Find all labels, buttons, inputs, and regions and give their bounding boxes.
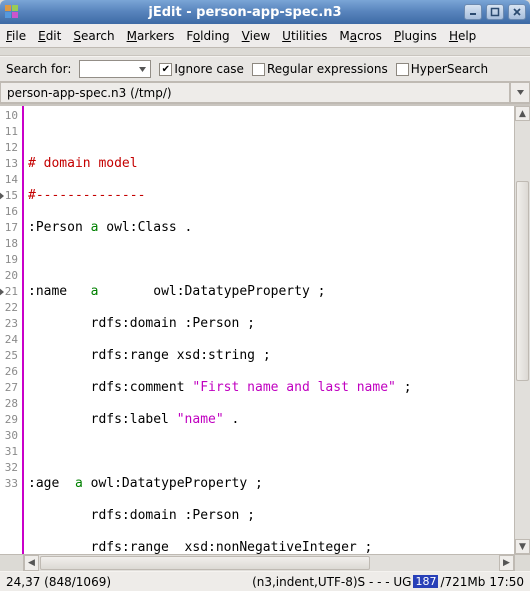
scroll-track[interactable] <box>515 121 530 539</box>
fold-marker-icon[interactable] <box>0 191 4 201</box>
buffer-tab-label: person-app-spec.n3 (/tmp/) <box>7 86 172 100</box>
scroll-right-icon[interactable]: ▶ <box>499 555 514 571</box>
line-number: 17 <box>0 220 20 236</box>
status-memory-total: /721Mb <box>438 575 487 589</box>
buffer-tab[interactable]: person-app-spec.n3 (/tmp/) <box>0 82 510 103</box>
status-caret[interactable]: 24,37 (848/1069) <box>4 575 113 589</box>
line-number: 27 <box>0 380 20 396</box>
text-area[interactable]: # domain model #-------------- :Person a… <box>24 106 514 554</box>
search-input[interactable] <box>79 60 151 78</box>
status-memory[interactable]: 187 <box>413 575 438 588</box>
gutter-corner <box>0 555 24 571</box>
gutter[interactable]: 10 11 12 13 14 15 16 17 18 19 20 21 22 2… <box>0 106 24 554</box>
line-number: 31 <box>0 444 20 460</box>
code-line <box>28 124 510 140</box>
line-number: 10 <box>0 108 20 124</box>
line-number: 14 <box>0 172 20 188</box>
line-number: 19 <box>0 252 20 268</box>
code-line: rdfs:range xsd:nonNegativeInteger ; <box>28 540 510 554</box>
regex-checkbox[interactable]: Regular expressions <box>252 62 388 76</box>
code-line: rdfs:range xsd:string ; <box>28 348 510 364</box>
menu-file[interactable]: File <box>6 29 26 43</box>
menu-markers[interactable]: Markers <box>127 29 175 43</box>
line-number: 18 <box>0 236 20 252</box>
search-history-dropdown[interactable] <box>136 62 149 76</box>
code-line: rdfs:domain :Person ; <box>28 316 510 332</box>
line-number: 33 <box>0 476 20 492</box>
line-number: 32 <box>0 460 20 476</box>
line-number: 28 <box>0 396 20 412</box>
code-line <box>28 252 510 268</box>
editor: 10 11 12 13 14 15 16 17 18 19 20 21 22 2… <box>0 104 530 555</box>
status-mode[interactable]: (n3,indent,UTF-8)S - - - UG <box>250 575 413 589</box>
line-number: 26 <box>0 364 20 380</box>
code-line: #-------------- <box>28 188 510 204</box>
scroll-thumb[interactable] <box>40 556 370 570</box>
menu-view[interactable]: View <box>242 29 270 43</box>
line-number: 20 <box>0 268 20 284</box>
line-number: 30 <box>0 428 20 444</box>
ignore-case-checkbox[interactable]: ✔Ignore case <box>159 62 244 76</box>
code-line: rdfs:label "name" . <box>28 412 510 428</box>
line-number: 24 <box>0 332 20 348</box>
close-button[interactable] <box>508 4 526 20</box>
code-line: # domain model <box>28 156 510 172</box>
line-number: 22 <box>0 300 20 316</box>
buffer-tabs: person-app-spec.n3 (/tmp/) <box>0 82 530 104</box>
menu-help[interactable]: Help <box>449 29 476 43</box>
menu-macros[interactable]: Macros <box>339 29 382 43</box>
scroll-thumb[interactable] <box>516 181 529 381</box>
menubar: File Edit Search Markers Folding View Ut… <box>0 24 530 48</box>
menu-folding[interactable]: Folding <box>186 29 229 43</box>
vertical-scrollbar[interactable]: ▲ ▼ <box>514 106 530 554</box>
line-number: 16 <box>0 204 20 220</box>
code-line: :name a owl:DatatypeProperty ; <box>28 284 510 300</box>
menu-edit[interactable]: Edit <box>38 29 61 43</box>
scroll-down-icon[interactable]: ▼ <box>515 539 530 554</box>
scroll-up-icon[interactable]: ▲ <box>515 106 530 121</box>
window-title: jEdit - person-app-spec.n3 <box>26 5 464 20</box>
code-line: rdfs:comment "First name and last name" … <box>28 380 510 396</box>
line-number: 11 <box>0 124 20 140</box>
hscroll-row: ◀ ▶ <box>0 555 530 571</box>
buffer-switcher[interactable] <box>510 82 530 103</box>
code-line: :age a owl:DatatypeProperty ; <box>28 476 510 492</box>
code-line <box>28 444 510 460</box>
code-line: rdfs:domain :Person ; <box>28 508 510 524</box>
line-number: 29 <box>0 412 20 428</box>
line-number: 13 <box>0 156 20 172</box>
maximize-button[interactable] <box>486 4 504 20</box>
menu-search[interactable]: Search <box>73 29 114 43</box>
scroll-corner <box>514 555 530 571</box>
toolbar-spacer <box>0 48 530 56</box>
scroll-track[interactable] <box>371 555 499 571</box>
line-number: 15 <box>0 188 20 204</box>
search-label: Search for: <box>6 62 71 76</box>
status-clock: 17:50 <box>487 575 526 589</box>
titlebar: jEdit - person-app-spec.n3 <box>0 0 530 24</box>
fold-marker-icon[interactable] <box>0 287 4 297</box>
line-number: 25 <box>0 348 20 364</box>
menu-utilities[interactable]: Utilities <box>282 29 327 43</box>
line-number: 12 <box>0 140 20 156</box>
line-number: 23 <box>0 316 20 332</box>
statusbar: 24,37 (848/1069) (n3,indent,UTF-8)S - - … <box>0 571 530 591</box>
menu-plugins[interactable]: Plugins <box>394 29 437 43</box>
line-number: 21 <box>0 284 20 300</box>
search-bar: Search for: ✔Ignore case Regular express… <box>0 56 530 82</box>
window-controls <box>464 4 526 20</box>
scroll-left-icon[interactable]: ◀ <box>24 555 39 571</box>
code-line: :Person a owl:Class . <box>28 220 510 236</box>
app-icon <box>4 4 20 20</box>
minimize-button[interactable] <box>464 4 482 20</box>
hypersearch-checkbox[interactable]: HyperSearch <box>396 62 488 76</box>
horizontal-scrollbar[interactable]: ◀ ▶ <box>24 555 514 571</box>
